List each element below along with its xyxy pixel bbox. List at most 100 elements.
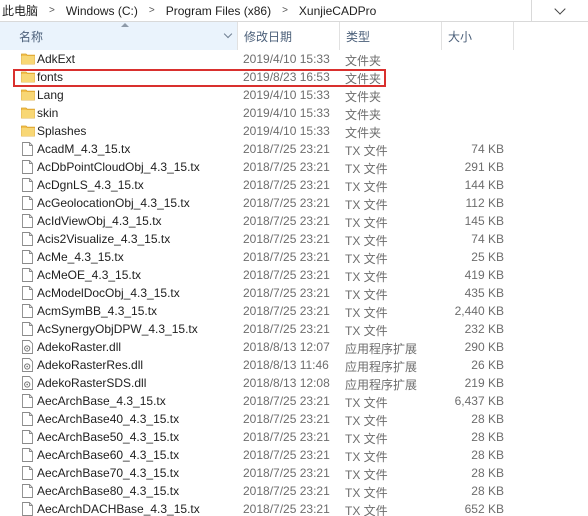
- file-type: TX 文件: [345, 324, 388, 338]
- file-modified-date: 2018/7/25 23:21: [243, 502, 330, 516]
- file-size: 74 KB: [471, 142, 504, 156]
- file-icon: [21, 304, 34, 318]
- file-name: AecArchDACHBase_4.3_15.tx: [37, 502, 200, 516]
- file-type: TX 文件: [345, 306, 388, 320]
- chevron-down-icon[interactable]: [223, 29, 233, 39]
- file-icon: [21, 232, 34, 246]
- list-item[interactable]: skin 2019/4/10 15:33 文件夹: [0, 104, 588, 122]
- breadcrumb-separator-icon[interactable]: >: [273, 5, 297, 16]
- file-name: AcSynergyObjDPW_4.3_15.tx: [37, 322, 198, 336]
- file-list: AdkExt 2019/4/10 15:33 文件夹 fonts 2019/8/23 1…: [0, 50, 588, 516]
- file-name: AcMe_4.3_15.tx: [37, 250, 124, 264]
- column-header-date-label: 修改日期: [244, 29, 293, 44]
- breadcrumb-current-folder[interactable]: XunjieCADPro: [297, 4, 378, 18]
- file-name: Acis2Visualize_4.3_15.tx: [37, 232, 171, 246]
- file-size: 112 KB: [465, 196, 504, 210]
- file-size: 435 KB: [464, 286, 504, 300]
- file-type: TX 文件: [345, 216, 388, 230]
- list-item[interactable]: AcGeolocationObj_4.3_15.tx 2018/7/25 23:2…: [0, 194, 588, 212]
- breadcrumb-this-pc[interactable]: 此电脑: [0, 2, 40, 19]
- breadcrumb: 此电脑 > Windows (C:) > Program Files (x86)…: [0, 0, 532, 22]
- file-size: 26 KB: [471, 358, 504, 372]
- list-item[interactable]: AcmSymBB_4.3_15.tx 2018/7/25 23:21 TX 文件 2,…: [0, 302, 588, 320]
- file-modified-date: 2018/7/25 23:21: [243, 322, 330, 336]
- list-item[interactable]: AcSynergyObjDPW_4.3_15.tx 2018/7/25 23:21…: [0, 320, 588, 338]
- file-modified-date: 2018/7/25 23:21: [243, 484, 330, 498]
- file-name: skin: [37, 106, 59, 120]
- file-name: fonts: [37, 70, 64, 84]
- list-item[interactable]: Splashes 2019/4/10 15:33 文件夹: [0, 122, 588, 140]
- file-type: TX 文件: [345, 270, 388, 284]
- file-type: 文件夹: [345, 90, 382, 104]
- file-modified-date: 2018/7/25 23:21: [243, 412, 330, 426]
- list-item[interactable]: AdekoRasterRes.dll 2018/8/13 11:46 应用程序扩展 2…: [0, 356, 588, 374]
- file-type: 文件夹: [345, 108, 382, 122]
- list-item[interactable]: AecArchBase50_4.3_15.tx 2018/7/25 23:21 TX…: [0, 428, 588, 446]
- file-name: AecArchBase_4.3_15.tx: [37, 394, 166, 408]
- file-modified-date: 2018/7/25 23:21: [243, 160, 330, 174]
- dll-icon: [21, 376, 34, 390]
- folder-icon: [21, 88, 35, 102]
- list-item[interactable]: AecArchBase60_4.3_15.tx 2018/7/25 23:21 TX…: [0, 446, 588, 464]
- file-icon: [21, 268, 34, 282]
- list-item[interactable]: AecArchBase_4.3_15.tx 2018/7/25 23:21 TX 文…: [0, 392, 588, 410]
- list-item[interactable]: AecArchDACHBase_4.3_15.tx 2018/7/25 23:21…: [0, 500, 588, 516]
- list-item[interactable]: AcDbPointCloudObj_4.3_15.tx 2018/7/25 23:…: [0, 158, 588, 176]
- file-type: 文件夹: [345, 126, 382, 140]
- file-size: 145 KB: [464, 214, 504, 228]
- list-item[interactable]: AdekoRasterSDS.dll 2018/8/13 12:08 应用程序扩展 2…: [0, 374, 588, 392]
- list-item[interactable]: AcMe_4.3_15.tx 2018/7/25 23:21 TX 文件 25 KB: [0, 248, 588, 266]
- file-size: 28 KB: [471, 412, 504, 426]
- file-name: AcmSymBB_4.3_15.tx: [37, 304, 158, 318]
- list-item[interactable]: AcMeOE_4.3_15.tx 2018/7/25 23:21 TX 文件 419 …: [0, 266, 588, 284]
- file-icon: [21, 160, 34, 174]
- file-type: TX 文件: [345, 198, 388, 212]
- chevron-down-icon: [554, 2, 566, 15]
- file-type: TX 文件: [345, 288, 388, 302]
- column-header-name[interactable]: 名称: [0, 22, 237, 50]
- folder-icon: [21, 124, 35, 138]
- list-item[interactable]: AecArchBase80_4.3_15.tx 2018/7/25 23:21 TX…: [0, 482, 588, 500]
- list-item[interactable]: AecArchBase40_4.3_15.tx 2018/7/25 23:21 TX…: [0, 410, 588, 428]
- file-icon: [21, 322, 34, 336]
- file-type: TX 文件: [345, 450, 388, 464]
- list-item[interactable]: fonts 2019/8/23 16:53 文件夹: [0, 68, 588, 86]
- address-bar[interactable]: 此电脑 > Windows (C:) > Program Files (x86)…: [0, 0, 588, 22]
- column-header-type[interactable]: 类型: [339, 22, 441, 50]
- file-size: 28 KB: [471, 484, 504, 498]
- list-item[interactable]: AcModelDocObj_4.3_15.tx 2018/7/25 23:21 TX…: [0, 284, 588, 302]
- file-type: TX 文件: [345, 504, 388, 516]
- file-modified-date: 2018/7/25 23:21: [243, 214, 330, 228]
- list-item[interactable]: Acis2Visualize_4.3_15.tx 2018/7/25 23:21 T…: [0, 230, 588, 248]
- breadcrumb-separator-icon[interactable]: >: [40, 5, 64, 16]
- file-icon: [21, 448, 34, 462]
- file-icon: [21, 142, 34, 156]
- folder-icon: [21, 52, 35, 66]
- file-name: AcDgnLS_4.3_15.tx: [37, 178, 144, 192]
- dll-icon: [21, 358, 34, 372]
- file-modified-date: 2018/7/25 23:21: [243, 394, 330, 408]
- list-item[interactable]: AcIdViewObj_4.3_15.tx 2018/7/25 23:21 TX 文…: [0, 212, 588, 230]
- list-item[interactable]: AcDgnLS_4.3_15.tx 2018/7/25 23:21 TX 文件 144…: [0, 176, 588, 194]
- breadcrumb-separator-icon[interactable]: >: [140, 5, 164, 16]
- list-item[interactable]: AcadM_4.3_15.tx 2018/7/25 23:21 TX 文件 74 KB: [0, 140, 588, 158]
- column-header-date[interactable]: 修改日期: [237, 22, 339, 50]
- file-type: 应用程序扩展: [345, 360, 418, 374]
- address-history-button[interactable]: [532, 0, 588, 22]
- list-item[interactable]: Lang 2019/4/10 15:33 文件夹: [0, 86, 588, 104]
- breadcrumb-drive-c[interactable]: Windows (C:): [64, 4, 140, 18]
- folder-icon: [21, 70, 35, 84]
- list-item[interactable]: AdekoRaster.dll 2018/8/13 12:07 应用程序扩展 290 …: [0, 338, 588, 356]
- file-type: 应用程序扩展: [345, 378, 418, 392]
- file-name: AecArchBase60_4.3_15.tx: [37, 448, 180, 462]
- list-item[interactable]: AdkExt 2019/4/10 15:33 文件夹: [0, 50, 588, 68]
- file-size: 6,437 KB: [454, 394, 504, 408]
- file-icon: [21, 196, 34, 210]
- column-header-size[interactable]: 大小: [441, 22, 513, 50]
- column-header-name-label: 名称: [19, 29, 44, 44]
- file-icon: [21, 286, 34, 300]
- file-name: AecArchBase50_4.3_15.tx: [37, 430, 180, 444]
- breadcrumb-program-files[interactable]: Program Files (x86): [164, 4, 273, 18]
- list-item[interactable]: AecArchBase70_4.3_15.tx 2018/7/25 23:21 TX…: [0, 464, 588, 482]
- file-size: 419 KB: [464, 268, 504, 282]
